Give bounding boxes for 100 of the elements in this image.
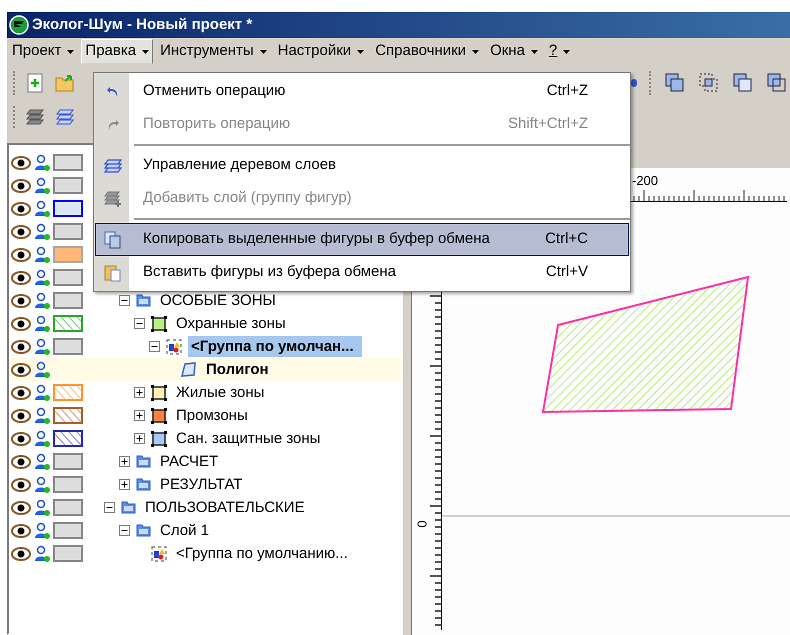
eye-icon[interactable] bbox=[11, 248, 31, 262]
collapse-icon[interactable] bbox=[119, 525, 130, 536]
person-icon[interactable] bbox=[33, 498, 51, 516]
shapes-overlap-icon[interactable] bbox=[664, 72, 686, 94]
person-icon[interactable] bbox=[33, 314, 51, 332]
eye-icon[interactable] bbox=[11, 546, 31, 560]
eye-icon[interactable] bbox=[11, 178, 31, 192]
menu-item[interactable]: Проект bbox=[8, 39, 78, 64]
tree-item[interactable]: ОСОБЫЕ ЗОНЫ bbox=[157, 290, 279, 311]
menu-item[interactable]: Окна bbox=[486, 39, 542, 64]
folder-icon bbox=[136, 455, 151, 468]
ruler-label: -200 bbox=[632, 172, 658, 190]
eye-icon[interactable] bbox=[11, 408, 31, 422]
menu-item[interactable]: Инструменты bbox=[156, 39, 271, 64]
collapse-icon[interactable] bbox=[149, 341, 160, 352]
eye-icon[interactable] bbox=[11, 340, 31, 354]
caret-icon bbox=[530, 50, 538, 54]
tree-item[interactable]: <Группа по умолчан... bbox=[188, 336, 362, 357]
tree-item[interactable]: <Группа по умолчанию... bbox=[173, 543, 351, 564]
folder-icon bbox=[136, 294, 151, 307]
folder-icon bbox=[136, 478, 151, 491]
menu-option[interactable]: Отменить операцию Ctrl+Z bbox=[95, 75, 629, 108]
window-title: Эколог-Шум - Новый проект * bbox=[32, 14, 252, 35]
shortcut-text: Ctrl+C bbox=[545, 229, 589, 250]
person-icon[interactable] bbox=[33, 246, 51, 264]
caret-icon bbox=[563, 50, 570, 54]
person-icon[interactable] bbox=[33, 430, 51, 448]
tree-item[interactable]: Сан. защитные зоны bbox=[173, 428, 324, 449]
menu-option[interactable]: Управление деревом слоев bbox=[95, 149, 629, 182]
shapes-subtract-icon[interactable] bbox=[732, 72, 754, 94]
undo-arrow-icon bbox=[106, 86, 120, 98]
expand-icon[interactable] bbox=[134, 433, 145, 444]
person-icon[interactable] bbox=[33, 176, 51, 194]
shortcut-text: Ctrl+Z bbox=[546, 81, 589, 102]
eye-icon[interactable] bbox=[11, 316, 31, 330]
expand-icon[interactable] bbox=[119, 479, 130, 490]
person-icon[interactable] bbox=[33, 522, 51, 540]
folder-icon bbox=[121, 501, 136, 514]
person-icon[interactable] bbox=[33, 452, 51, 470]
tree-item[interactable]: Охранные зоны bbox=[173, 313, 289, 334]
person-icon[interactable] bbox=[33, 406, 51, 424]
shapes-exclude-icon[interactable] bbox=[766, 72, 788, 94]
add-layer-icon bbox=[103, 190, 123, 208]
shapes-intersect-icon[interactable] bbox=[698, 72, 720, 94]
eye-icon[interactable] bbox=[11, 524, 31, 538]
tree-item[interactable]: РЕЗУЛЬТАТ bbox=[157, 474, 246, 495]
shape-group-icon bbox=[151, 546, 167, 562]
person-icon[interactable] bbox=[33, 384, 51, 402]
copy-icon bbox=[103, 230, 123, 250]
highlighted-layer-row[interactable] bbox=[9, 358, 89, 381]
app-logo-icon bbox=[9, 15, 29, 35]
caret-icon bbox=[357, 50, 364, 54]
eye-icon[interactable] bbox=[11, 362, 31, 376]
eye-icon[interactable] bbox=[11, 270, 31, 284]
shortcut-text: Ctrl+V bbox=[546, 262, 589, 282]
eye-icon[interactable] bbox=[11, 500, 31, 514]
collapse-icon[interactable] bbox=[134, 318, 145, 329]
person-icon[interactable] bbox=[33, 476, 51, 494]
eye-icon[interactable] bbox=[11, 224, 31, 238]
ruler-label: 0 bbox=[416, 520, 430, 528]
person-icon[interactable] bbox=[33, 338, 51, 356]
redo-arrow-icon bbox=[106, 118, 120, 130]
layers-icon bbox=[103, 158, 123, 174]
menu-option[interactable]: Копировать выделенные фигуры в буфер обмена Ctrl+C bbox=[95, 223, 629, 256]
polygon-icon bbox=[181, 362, 197, 377]
eye-icon[interactable] bbox=[11, 156, 31, 170]
eye-icon[interactable] bbox=[11, 454, 31, 468]
eye-icon[interactable] bbox=[11, 478, 31, 492]
person-icon[interactable] bbox=[33, 154, 51, 172]
caret-icon bbox=[260, 50, 267, 54]
caret-icon bbox=[142, 50, 150, 54]
person-icon[interactable] bbox=[33, 222, 51, 240]
person-icon[interactable] bbox=[33, 544, 51, 562]
expand-icon[interactable] bbox=[134, 410, 145, 421]
tree-item[interactable]: ПОЛЬЗОВАТЕЛЬСКИЕ bbox=[142, 497, 308, 518]
shortcut-text: Shift+Ctrl+Z bbox=[508, 114, 589, 134]
menu-option[interactable]: Вставить фигуры из буфера обмена Ctrl+V bbox=[95, 256, 629, 289]
tree-item[interactable]: Слой 1 bbox=[157, 520, 212, 541]
menu-item[interactable]: Справочники bbox=[371, 39, 484, 64]
person-icon[interactable] bbox=[33, 292, 51, 310]
paste-icon bbox=[103, 262, 123, 282]
menu-item[interactable]: Правка bbox=[81, 39, 154, 64]
eye-icon[interactable] bbox=[11, 432, 31, 446]
eye-icon[interactable] bbox=[11, 294, 31, 308]
eye-icon[interactable] bbox=[11, 202, 31, 216]
caret-icon bbox=[472, 50, 480, 54]
tree-item[interactable]: Жилые зоны bbox=[173, 382, 268, 403]
person-icon[interactable] bbox=[33, 268, 51, 286]
tree-item[interactable]: РАСЧЕТ bbox=[157, 451, 222, 472]
person-icon[interactable] bbox=[33, 200, 51, 218]
collapse-icon[interactable] bbox=[104, 502, 115, 513]
collapse-icon[interactable] bbox=[119, 295, 130, 306]
expand-icon[interactable] bbox=[134, 387, 145, 398]
eye-icon[interactable] bbox=[11, 386, 31, 400]
expand-icon[interactable] bbox=[119, 456, 130, 467]
folder-icon bbox=[136, 524, 151, 537]
person-icon[interactable] bbox=[33, 360, 51, 378]
tree-item[interactable]: Промзоны bbox=[173, 405, 251, 426]
menu-item[interactable]: ? bbox=[544, 39, 574, 64]
menu-item[interactable]: Настройки bbox=[274, 39, 368, 64]
